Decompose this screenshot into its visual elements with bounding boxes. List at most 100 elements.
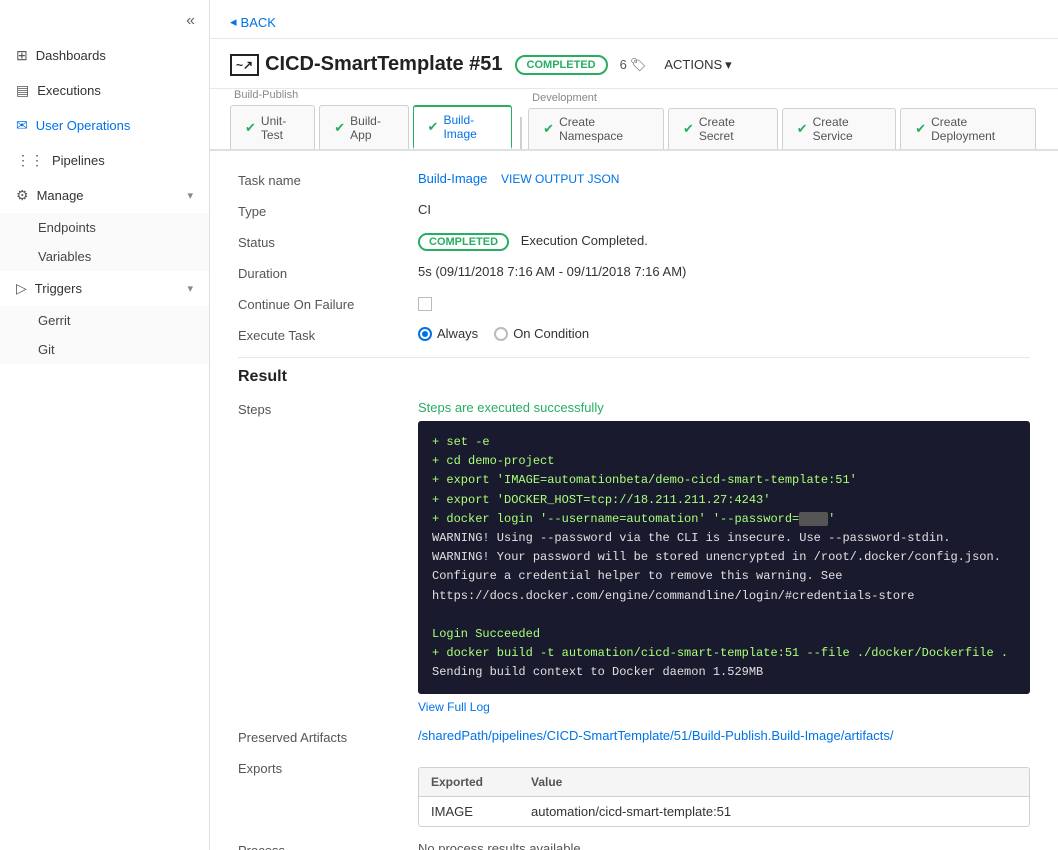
check-icon: ✔ [245,120,256,136]
field-steps: Steps Steps are executed successfully + … [238,400,1030,714]
tab-create-deployment[interactable]: ✔ Create Deployment [900,108,1036,149]
sidebar-item-label: Dashboards [36,48,106,63]
sidebar-item-executions[interactable]: ▤ Executions [0,73,209,108]
pipeline-group-development: Development ✔ Create Namespace ✔ Create … [528,92,1038,149]
code-line [432,606,1016,625]
check-icon: ✔ [334,120,345,136]
manage-chevron-icon: ▾ [187,189,193,202]
code-line: + docker build -t automation/cicd-smart-… [432,644,1016,663]
sidebar-section-label: Triggers [35,281,82,296]
radio-always-circle [418,327,432,341]
group-label-development: Development [528,92,1038,108]
sidebar-section-manage[interactable]: ⚙ Manage ▾ [0,178,209,213]
exports-col-header-key: Exported [419,768,519,796]
sidebar-item-user-operations[interactable]: ✉ User Operations [0,108,209,143]
type-value: CI [418,202,1030,217]
field-duration: Duration 5s (09/11/2018 7:16 AM - 09/11/… [238,264,1030,281]
code-line: Sending build context to Docker daemon 1… [432,663,1016,682]
tag-icon: 🏷 [630,57,647,73]
field-execute-task: Execute Task Always On Condition [238,326,1030,343]
divider [238,357,1030,358]
sidebar-section-label: Manage [37,188,84,203]
actions-button[interactable]: ACTIONS ▾ [664,57,731,73]
sidebar-section-triggers[interactable]: ▷ Triggers ▾ [0,271,209,306]
sidebar-collapse-button[interactable]: « [0,0,209,38]
tab-create-namespace[interactable]: ✔ Create Namespace [528,108,664,149]
triggers-icon: ▷ [16,280,27,297]
sidebar-item-pipelines[interactable]: ⋮⋮ Pipelines [0,143,209,178]
sidebar-item-dashboards[interactable]: ⊞ Dashboards [0,38,209,73]
pipeline-group-build-publish: Build-Publish ✔ Unit-Test ✔ Build-App ✔ … [230,89,514,149]
task-name-label: Task name [238,171,418,188]
code-line: + export 'DOCKER_HOST=tcp://18.211.211.2… [432,491,1016,510]
triggers-chevron-icon: ▾ [187,282,193,295]
radio-on-condition-circle [494,327,508,341]
duration-label: Duration [238,264,418,281]
steps-value: Steps are executed successfully + set -e… [418,400,1030,714]
view-output-json-link[interactable]: VIEW OUTPUT JSON [501,172,619,186]
pipelines-icon: ⋮⋮ [16,152,44,169]
artifacts-path-link[interactable]: /sharedPath/pipelines/CICD-SmartTemplate… [418,728,893,743]
tab-build-app[interactable]: ✔ Build-App [319,105,408,149]
preserved-artifacts-label: Preserved Artifacts [238,728,418,745]
exports-col-header-value: Value [519,768,1029,796]
radio-on-condition[interactable]: On Condition [494,326,589,341]
steps-label: Steps [238,400,418,417]
triggers-children: Gerrit Git [0,306,209,364]
sidebar-item-gerrit[interactable]: Gerrit [0,306,209,335]
field-process: Process No process results available. [238,841,1030,850]
group-label-build-publish: Build-Publish [230,89,514,105]
executions-icon: ▤ [16,82,29,99]
code-line: + cd demo-project [432,452,1016,471]
back-button[interactable]: ◂ BACK [230,14,1038,30]
process-value: No process results available. [418,841,1030,850]
title-icon: ~↗ [230,54,259,76]
radio-always[interactable]: Always [418,326,478,341]
code-line: + docker login '--username=automation' '… [432,510,1016,529]
code-line: WARNING! Using --password via the CLI is… [432,529,1016,548]
preserved-artifacts-value: /sharedPath/pipelines/CICD-SmartTemplate… [418,728,1030,743]
view-full-log-link[interactable]: View Full Log [418,700,1030,714]
field-status: Status COMPLETED Execution Completed. [238,233,1030,250]
execute-task-value: Always On Condition [418,326,1030,341]
code-block: + set -e + cd demo-project + export 'IMA… [418,421,1030,694]
task-name-link[interactable]: Build-Image [418,171,487,186]
field-task-name: Task name Build-Image VIEW OUTPUT JSON [238,171,1030,188]
status-value: COMPLETED Execution Completed. [418,233,1030,248]
code-line: WARNING! Your password will be stored un… [432,548,1016,567]
field-type: Type CI [238,202,1030,219]
check-icon: ✔ [428,119,439,135]
status-inline-badge: COMPLETED [418,233,509,251]
page-title: ~↗ CICD-SmartTemplate #51 [230,53,503,76]
continue-on-failure-checkbox[interactable] [418,297,432,311]
sidebar-item-git[interactable]: Git [0,335,209,364]
tab-build-image[interactable]: ✔ Build-Image [413,105,513,149]
result-heading: Result [238,368,1030,386]
tab-create-service[interactable]: ✔ Create Service [782,108,896,149]
tag-count: 6 🏷 [620,57,647,73]
exports-label: Exports [238,759,418,776]
execute-task-label: Execute Task [238,326,418,343]
exports-table: Exported Value IMAGE automation/cicd-sma… [418,767,1030,827]
check-icon: ✔ [683,121,694,137]
field-exports: Exports Exported Value IMAGE automation/… [238,759,1030,827]
tab-create-secret[interactable]: ✔ Create Secret [668,108,778,149]
exports-row-value: automation/cicd-smart-template:51 [519,797,1029,826]
sidebar-item-variables[interactable]: Variables [0,242,209,271]
user-operations-icon: ✉ [16,117,28,134]
status-badge: COMPLETED [515,55,608,75]
back-chevron-icon: ◂ [230,14,237,30]
pipeline-tabs-group2: ✔ Create Namespace ✔ Create Secret ✔ Cre… [528,108,1038,149]
sidebar-item-label: Pipelines [52,153,105,168]
back-bar: ◂ BACK [210,0,1058,39]
detail-area: Task name Build-Image VIEW OUTPUT JSON T… [210,151,1058,850]
exports-table-header: Exported Value [419,768,1029,797]
manage-children: Endpoints Variables [0,213,209,271]
tab-unit-test[interactable]: ✔ Unit-Test [230,105,315,149]
execute-task-radio-group: Always On Condition [418,326,1030,341]
field-continue-on-failure: Continue On Failure [238,295,1030,312]
code-line: Configure a credential helper to remove … [432,567,1016,586]
sidebar-item-endpoints[interactable]: Endpoints [0,213,209,242]
main-content: ◂ BACK ~↗ CICD-SmartTemplate #51 COMPLET… [210,0,1058,850]
exports-table-row: IMAGE automation/cicd-smart-template:51 [419,797,1029,826]
